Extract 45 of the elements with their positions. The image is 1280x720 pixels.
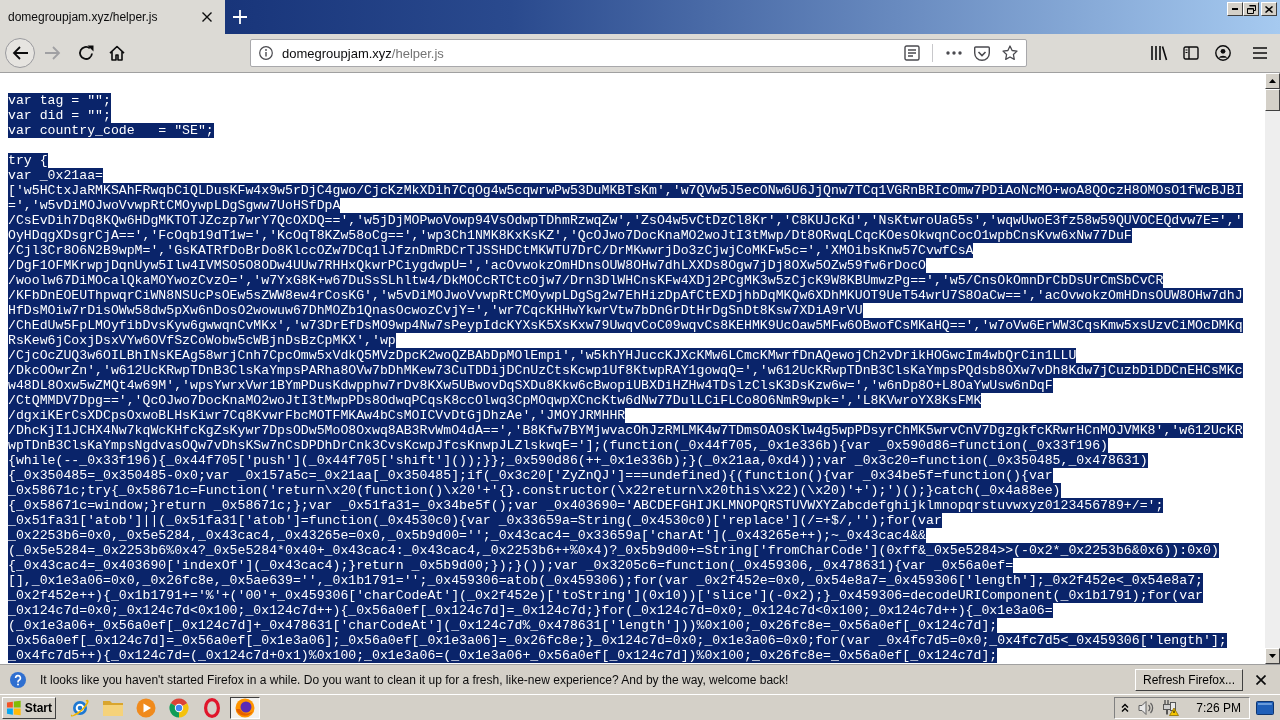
close-icon (1265, 5, 1273, 13)
info-icon[interactable] (259, 46, 273, 60)
scrollbar-thumb[interactable] (1265, 89, 1280, 111)
reload-icon[interactable] (78, 45, 94, 61)
ring-icon (204, 697, 220, 718)
down-triangle-icon (1269, 654, 1276, 658)
sidebar-icon[interactable] (1183, 46, 1199, 60)
flag-logo-icon (6, 699, 22, 716)
address-field[interactable]: domegroupjam.xyz/helper.js (250, 39, 1027, 67)
scroll-up-button[interactable] (1265, 73, 1280, 89)
restore-button[interactable] (1243, 2, 1259, 16)
minimize-button[interactable] (1227, 2, 1243, 16)
close-icon[interactable] (1256, 674, 1266, 685)
browser-tab[interactable]: domegroupjam.xyz/helper.js (0, 0, 225, 34)
restore-icon (1246, 4, 1256, 14)
back-button[interactable] (5, 38, 35, 68)
library-icon[interactable] (1150, 45, 1168, 61)
taskbar-button[interactable] (230, 696, 260, 719)
screen-icon[interactable] (1256, 700, 1274, 715)
close-icon[interactable] (202, 12, 212, 22)
clock[interactable]: 7:26 PM (1196, 700, 1241, 715)
chevron-shield-icon[interactable] (974, 45, 990, 61)
person-circle-icon[interactable] (1215, 45, 1231, 61)
chevron-up-icon[interactable] (1121, 702, 1130, 713)
back-arrow-icon (12, 46, 28, 60)
url-text: domegroupjam.xyz/helper.js (282, 45, 445, 61)
minimize-icon (1232, 8, 1238, 10)
star-icon[interactable] (1002, 45, 1018, 61)
start-button[interactable]: Start (2, 696, 56, 719)
menu-icon[interactable] (1252, 46, 1268, 60)
plus-icon[interactable] (233, 10, 247, 24)
network-warning-icon[interactable] (1163, 699, 1180, 716)
refresh-button[interactable]: Refresh Firefox... (1134, 668, 1243, 691)
folder-icon (103, 699, 123, 716)
swirl-globe-icon (235, 697, 255, 718)
home-icon[interactable] (109, 45, 125, 61)
help-icon (10, 671, 26, 688)
speaker-icon[interactable] (1138, 699, 1155, 716)
more-actions-icon[interactable] (946, 51, 962, 55)
scroll-down-button[interactable] (1265, 648, 1280, 664)
reader-view-icon[interactable] (904, 45, 920, 61)
scrollbar[interactable] (1265, 73, 1280, 664)
up-triangle-icon (1269, 79, 1276, 83)
notification-message: It looks like you haven't started Firefox in a while. Do you want to clean it up for a fresh, like-new experience? And by the way, welcome back! (40, 672, 789, 687)
close-window-button[interactable] (1261, 2, 1277, 16)
